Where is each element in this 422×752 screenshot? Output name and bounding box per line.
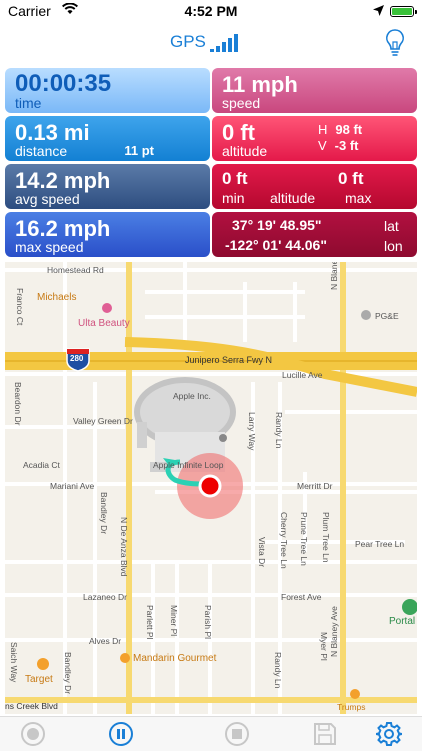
distance-label: distance: [15, 143, 68, 159]
map-label-miner: Miner Pl: [169, 605, 179, 636]
map-label-mariani: Mariani Ave: [50, 481, 95, 491]
map-label-de-anza: N De Anza Blvd: [119, 517, 129, 577]
map-view[interactable]: Homestead Rd Franco Ct Michaels Ulta Bea…: [5, 262, 417, 714]
map-label-forest: Forest Ave: [281, 592, 322, 602]
stop-button[interactable]: [224, 721, 250, 747]
map-label-portal: Portal: [389, 616, 415, 627]
map-label-lucille: Lucille Ave: [282, 370, 323, 380]
location-arrow-icon: [373, 3, 384, 19]
time-label: time: [15, 95, 42, 111]
v-value: -3 ft: [334, 138, 359, 153]
longitude-value: -122° 01' 44.06": [225, 237, 327, 253]
map-label-randy2: Randy Ln: [273, 652, 283, 689]
map-label-prune: Prune Tree Ln: [299, 512, 309, 566]
map-label-apple-inf: Apple Infinite Loop: [153, 460, 224, 470]
tab-bar: [0, 716, 422, 751]
time-value: 00:00:35: [15, 70, 112, 97]
map-label-larry: Larry Way: [247, 412, 257, 451]
avg-speed-label: avg speed: [15, 191, 80, 207]
gps-indicator: GPS: [170, 32, 238, 52]
h-value: 98 ft: [335, 122, 363, 137]
gps-label: GPS: [170, 32, 206, 51]
status-time: 4:52 PM: [184, 3, 238, 19]
map-label-merritt: Merritt Dr: [297, 481, 333, 491]
avg-speed-tile[interactable]: 14.2 mph avg speed: [5, 164, 210, 209]
map-label-cherry: Cherry Tree Ln: [279, 512, 289, 569]
minmax-altitude-label: altitude: [270, 190, 316, 206]
lightbulb-icon[interactable]: [384, 28, 406, 58]
map-label-valley-green: Valley Green Dr: [73, 416, 133, 426]
map-label-stevens: ns Creek Blvd: [5, 701, 58, 711]
map-label-myer: Myer Pl: [319, 632, 329, 661]
min-label: min: [222, 190, 245, 206]
map-label-michaels: Michaels: [37, 292, 76, 303]
longitude-label: lon: [384, 238, 403, 254]
latitude-value: 37° 19' 48.95": [232, 217, 322, 233]
map-label-randy: Randy Ln: [274, 412, 284, 449]
points-count: 11 pt: [124, 143, 154, 158]
map-label-mandarin: Mandarin Gourmet: [133, 653, 217, 664]
map-label-vista: Vista Dr: [257, 537, 267, 567]
altitude-minmax-tile[interactable]: 0 ft 0 ft min altitude max: [212, 164, 417, 209]
map-label-pge: PG&E: [375, 311, 399, 321]
map-label-junipero: Junipero Serra Fwy N: [185, 355, 272, 365]
h-label: H: [318, 122, 328, 137]
record-icon: [21, 722, 45, 746]
map-label-plum: Plum Tree Ln: [321, 512, 331, 563]
gps-signal-icon: [209, 34, 238, 52]
save-button[interactable]: [312, 721, 338, 747]
map-label-shield: 280: [70, 354, 84, 363]
map-label-pear: Pear Tree Ln: [355, 539, 404, 549]
altitude-label: altitude: [222, 143, 268, 159]
min-altitude-value: 0 ft: [222, 169, 248, 188]
max-speed-label: max speed: [15, 239, 84, 255]
v-label: V: [318, 138, 327, 153]
save-icon: [314, 723, 336, 745]
map-label-trumps: Trumps: [337, 702, 366, 712]
map-label-ulta: Ulta Beauty: [78, 318, 130, 329]
map-label-alves: Alves Dr: [89, 636, 121, 646]
time-tile[interactable]: 00:00:35 time: [5, 68, 210, 113]
map-label-blaney-bottom: N Blaney Ave: [329, 606, 339, 657]
stop-icon: [225, 722, 249, 746]
pause-icon: [109, 722, 133, 746]
map-label-franco: Franco Ct: [15, 288, 25, 326]
altitude-tile[interactable]: 0 ft altitude H 98 ft V -3 ft: [212, 116, 417, 161]
stats-panel: 00:00:35 time 11 mph speed 0.13 mi dista…: [5, 68, 417, 258]
speed-label: speed: [222, 95, 261, 111]
map-label-lazaneo: Lazaneo Dr: [83, 592, 127, 602]
max-altitude-value: 0 ft: [338, 169, 364, 188]
map-label-parish: Parish Pl: [203, 605, 213, 639]
status-bar: Carrier 4:52 PM: [0, 0, 422, 22]
pause-button[interactable]: [108, 721, 134, 747]
map-label-apple: Apple Inc.: [173, 391, 211, 401]
map-label-acadia: Acadia Ct: [23, 460, 60, 470]
map-label-blaney-top: N Blaney Ave: [329, 262, 339, 290]
gear-icon: [375, 722, 403, 746]
map-label-saich: Saich Way: [9, 642, 19, 683]
map-label-beardon: Beardon Dr: [13, 382, 23, 426]
distance-tile[interactable]: 0.13 mi distance 11 pt: [5, 116, 210, 161]
nav-bar: GPS: [0, 22, 422, 64]
record-button[interactable]: [20, 721, 46, 747]
map-label-bandley: Bandley Dr: [99, 492, 109, 534]
altitude-accuracy: H 98 ft V -3 ft: [318, 122, 362, 154]
map-label-homestead: Homestead Rd: [47, 265, 104, 275]
map-label-target: Target: [25, 674, 53, 685]
map-label-bandley2: Bandley Dr: [63, 652, 73, 694]
coordinates-tile[interactable]: 37° 19' 48.95" lat -122° 01' 44.06" lon: [212, 212, 417, 257]
battery-icon: [390, 5, 417, 17]
max-speed-tile[interactable]: 16.2 mph max speed: [5, 212, 210, 257]
max-label: max: [345, 190, 372, 206]
speed-tile[interactable]: 11 mph speed: [212, 68, 417, 113]
settings-button[interactable]: [375, 721, 403, 747]
map-label-parlett: Parlett Pl: [145, 605, 155, 640]
latitude-label: lat: [384, 218, 399, 234]
